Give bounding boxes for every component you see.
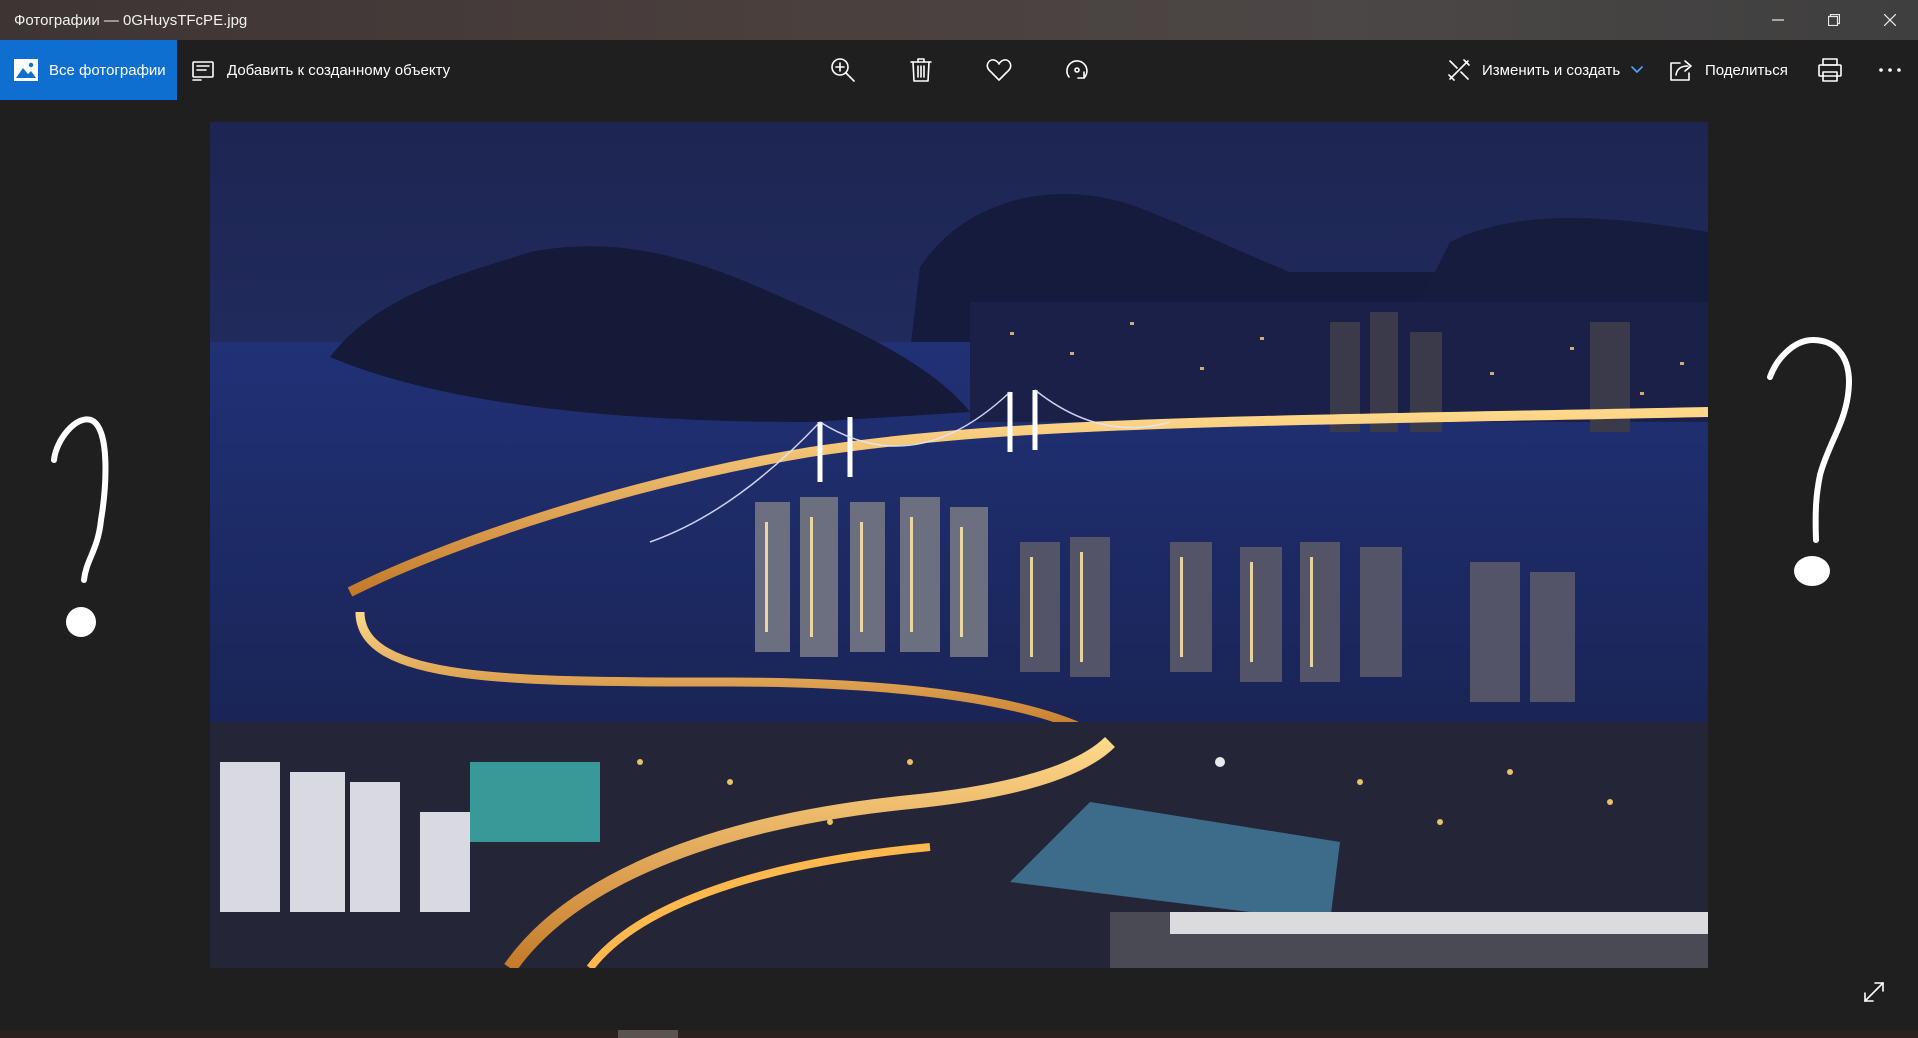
add-to-creation-label: Добавить к созданному объекту xyxy=(227,61,451,79)
filmstrip-bar[interactable] xyxy=(0,1030,1918,1038)
close-button[interactable] xyxy=(1862,0,1918,40)
zoom-in-icon xyxy=(831,58,855,82)
add-to-creation-icon xyxy=(192,61,214,81)
print-button[interactable] xyxy=(1808,40,1852,100)
rotate-button[interactable] xyxy=(1055,40,1099,100)
city-night-photo xyxy=(210,122,1708,968)
heart-icon xyxy=(986,59,1012,81)
trash-icon xyxy=(910,58,932,82)
all-photos-label: Все фотографии xyxy=(49,61,166,79)
edit-create-icon xyxy=(1448,59,1470,81)
close-icon xyxy=(1884,14,1896,26)
restore-icon xyxy=(1828,14,1840,26)
favorite-button[interactable] xyxy=(977,40,1021,100)
all-photos-button[interactable]: Все фотографии xyxy=(0,40,177,100)
title-bar: Фотографии — 0GHuysTFcPE.jpg xyxy=(0,0,1918,40)
question-mark-drawing-right xyxy=(1767,337,1852,586)
zoom-in-button[interactable] xyxy=(821,40,865,100)
fullscreen-button[interactable] xyxy=(1858,976,1890,1008)
edit-create-label: Изменить и создать xyxy=(1482,61,1621,79)
photo-viewer-image[interactable] xyxy=(210,122,1708,968)
add-to-creation-button[interactable]: Добавить к созданному объекту xyxy=(192,40,450,100)
photo-gallery-icon xyxy=(14,59,38,81)
share-icon xyxy=(1670,60,1692,81)
restore-button[interactable] xyxy=(1806,0,1862,40)
rotate-icon xyxy=(1066,60,1088,79)
delete-button[interactable] xyxy=(899,40,943,100)
minimize-button[interactable] xyxy=(1750,0,1806,40)
print-icon xyxy=(1818,58,1842,82)
expand-icon xyxy=(1864,982,1884,1002)
window-title: Фотографии — 0GHuysTFcPE.jpg xyxy=(14,11,248,29)
filmstrip-thumb[interactable] xyxy=(618,1030,678,1038)
share-label: Поделиться xyxy=(1705,61,1788,79)
more-icon xyxy=(1879,68,1901,72)
edit-create-button[interactable]: Изменить и создать xyxy=(1447,40,1644,100)
question-mark-drawing-left xyxy=(51,416,109,637)
chevron-down-icon xyxy=(1631,66,1644,73)
share-button[interactable]: Поделиться xyxy=(1668,40,1788,100)
minimize-icon xyxy=(1772,19,1784,21)
toolbar: Все фотографии Добавить к созданному объ… xyxy=(0,40,1918,100)
more-options-button[interactable] xyxy=(1868,40,1912,100)
